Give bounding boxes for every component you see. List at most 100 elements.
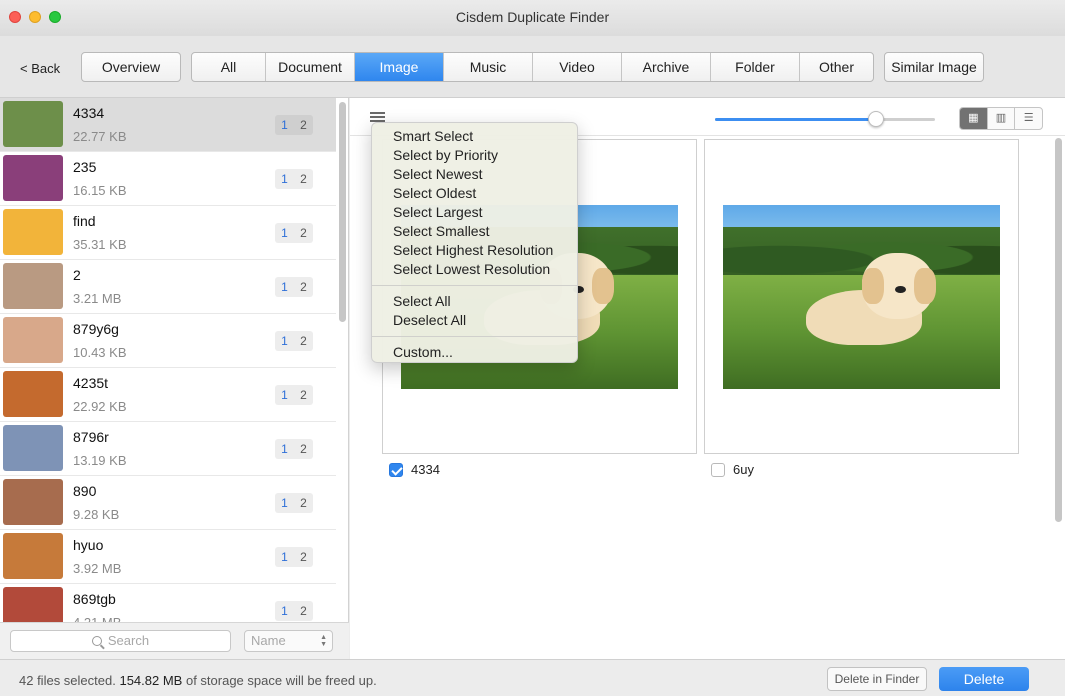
total-count-badge: 2 — [300, 172, 307, 186]
view-mode-control: ▦ ▥ ☰ — [959, 107, 1043, 130]
file-size: 22.92 KB — [73, 399, 127, 414]
selected-count-badge: 1 — [281, 442, 288, 456]
file-list-row[interactable]: 890 9.28 KB 1 2 — [0, 476, 336, 530]
sidebar-scrollbar[interactable] — [339, 102, 346, 322]
menu-separator — [372, 336, 577, 337]
selected-count-badge: 1 — [281, 118, 288, 132]
file-size: 3.92 MB — [73, 561, 122, 576]
tab-folder[interactable]: Folder — [711, 53, 800, 81]
menu-item-select-oldest[interactable]: Select Oldest — [372, 184, 577, 203]
menu-item-smart-select[interactable]: Smart Select — [372, 127, 577, 146]
menu-item-select-lowest-resolution[interactable]: Select Lowest Resolution — [372, 260, 577, 279]
tab-all[interactable]: All — [192, 53, 266, 81]
file-name: 4235t — [73, 375, 109, 391]
minimize-window-button[interactable] — [29, 11, 41, 23]
tab-document[interactable]: Document — [266, 53, 355, 81]
search-icon — [91, 636, 102, 646]
menu-item-custom[interactable]: Custom... — [372, 343, 577, 362]
delete-button[interactable]: Delete — [939, 667, 1029, 691]
file-thumbnail — [3, 101, 63, 147]
file-name: 869tgb — [73, 591, 116, 607]
filmstrip-view-icon[interactable]: ▥ — [988, 108, 1016, 129]
file-name: 2 — [73, 267, 81, 283]
status-bar: 42 files selected. 154.82 MB of storage … — [0, 659, 1065, 696]
selected-count-badge: 1 — [281, 334, 288, 348]
card-checkbox-checked[interactable] — [389, 463, 403, 477]
tab-archive[interactable]: Archive — [622, 53, 711, 81]
file-list-row[interactable]: find 35.31 KB 1 2 — [0, 206, 336, 260]
image-card[interactable] — [704, 139, 1019, 454]
file-list-row[interactable]: hyuo 3.92 MB 1 2 — [0, 530, 336, 584]
file-thumbnail — [3, 533, 63, 579]
tab-image[interactable]: Image — [355, 53, 444, 81]
overview-button[interactable]: Overview — [81, 52, 181, 82]
preview-scrollbar[interactable] — [1055, 138, 1062, 522]
file-name: 8796r — [73, 429, 109, 445]
total-count-badge: 2 — [300, 550, 307, 564]
file-list-row[interactable]: 879y6g 10.43 KB 1 2 — [0, 314, 336, 368]
file-thumbnail — [3, 479, 63, 525]
duplicate-count-badge: 12 — [275, 331, 313, 351]
duplicate-count-badge: 12 — [275, 439, 313, 459]
card-caption: 6uy — [733, 462, 754, 477]
status-suffix: of storage space will be freed up. — [185, 673, 377, 688]
file-name: 890 — [73, 483, 97, 499]
menu-item-deselect-all[interactable]: Deselect All — [372, 311, 577, 330]
similar-image-button[interactable]: Similar Image — [884, 52, 984, 82]
menu-item-select-by-priority[interactable]: Select by Priority — [372, 146, 577, 165]
file-list-sidebar: 4334 22.77 KB 1 2 235 16.15 KB 1 2 find 35.31 KB 1… — [0, 98, 349, 659]
file-list: 4334 22.77 KB 1 2 235 16.15 KB 1 2 find 35.31 KB 1… — [0, 98, 336, 622]
menu-item-select-all[interactable]: Select All — [372, 292, 577, 311]
total-count-badge: 2 — [300, 280, 307, 294]
grid-view-icon[interactable]: ▦ — [960, 108, 988, 129]
selected-count-badge: 1 — [281, 388, 288, 402]
file-thumbnail — [3, 209, 63, 255]
menu-item-select-smallest[interactable]: Select Smallest — [372, 222, 577, 241]
duplicate-count-badge: 12 — [275, 115, 313, 135]
search-input[interactable]: Search — [10, 630, 231, 652]
selected-count-badge: 1 — [281, 550, 288, 564]
menu-separator — [372, 285, 577, 286]
file-list-row[interactable]: 235 16.15 KB 1 2 — [0, 152, 336, 206]
delete-in-finder-button[interactable]: Delete in Finder — [827, 667, 927, 691]
title-bar: Cisdem Duplicate Finder — [0, 0, 1065, 36]
duplicate-count-badge: 12 — [275, 493, 313, 513]
list-view-icon[interactable]: ☰ — [1015, 108, 1042, 129]
duplicate-count-badge: 12 — [275, 385, 313, 405]
file-name: 879y6g — [73, 321, 119, 337]
menu-item-select-newest[interactable]: Select Newest — [372, 165, 577, 184]
file-list-row[interactable]: 4334 22.77 KB 1 2 — [0, 98, 336, 152]
duplicate-count-badge: 12 — [275, 169, 313, 189]
selected-count-badge: 1 — [281, 604, 288, 618]
file-list-row[interactable]: 8796r 13.19 KB 1 2 — [0, 422, 336, 476]
file-name: hyuo — [73, 537, 104, 553]
file-list-row[interactable]: 869tgb 4.21 MB 12 — [0, 584, 336, 622]
file-list-row[interactable]: 2 3.21 MB 1 2 — [0, 260, 336, 314]
window-title: Cisdem Duplicate Finder — [455, 9, 610, 25]
total-count-badge: 2 — [300, 388, 307, 402]
thumbnail-size-slider[interactable] — [715, 111, 935, 127]
duplicate-count-badge: 12 — [275, 547, 313, 567]
tab-music[interactable]: Music — [444, 53, 533, 81]
total-count-badge: 2 — [300, 442, 307, 456]
selected-count-badge: 1 — [281, 280, 288, 294]
back-button[interactable]: < Back — [20, 61, 60, 76]
sort-select[interactable]: Name ▲ ▼ — [244, 630, 333, 652]
total-count-badge: 2 — [300, 118, 307, 132]
menu-item-select-highest-resolution[interactable]: Select Highest Resolution — [372, 241, 577, 260]
tab-video[interactable]: Video — [533, 53, 622, 81]
zoom-window-button[interactable] — [49, 11, 61, 23]
close-window-button[interactable] — [9, 11, 21, 23]
menu-item-select-largest[interactable]: Select Largest — [372, 203, 577, 222]
file-size: 35.31 KB — [73, 237, 127, 252]
file-size: 22.77 KB — [73, 129, 127, 144]
card-checkbox-unchecked[interactable] — [711, 463, 725, 477]
file-thumbnail — [3, 317, 63, 363]
selected-count-badge: 1 — [281, 172, 288, 186]
file-size: 10.43 KB — [73, 345, 127, 360]
slider-fill — [715, 118, 876, 121]
tab-other[interactable]: Other — [800, 53, 873, 81]
slider-knob[interactable] — [867, 111, 884, 127]
file-name: find — [73, 213, 96, 229]
file-list-row[interactable]: 4235t 22.92 KB 1 2 — [0, 368, 336, 422]
